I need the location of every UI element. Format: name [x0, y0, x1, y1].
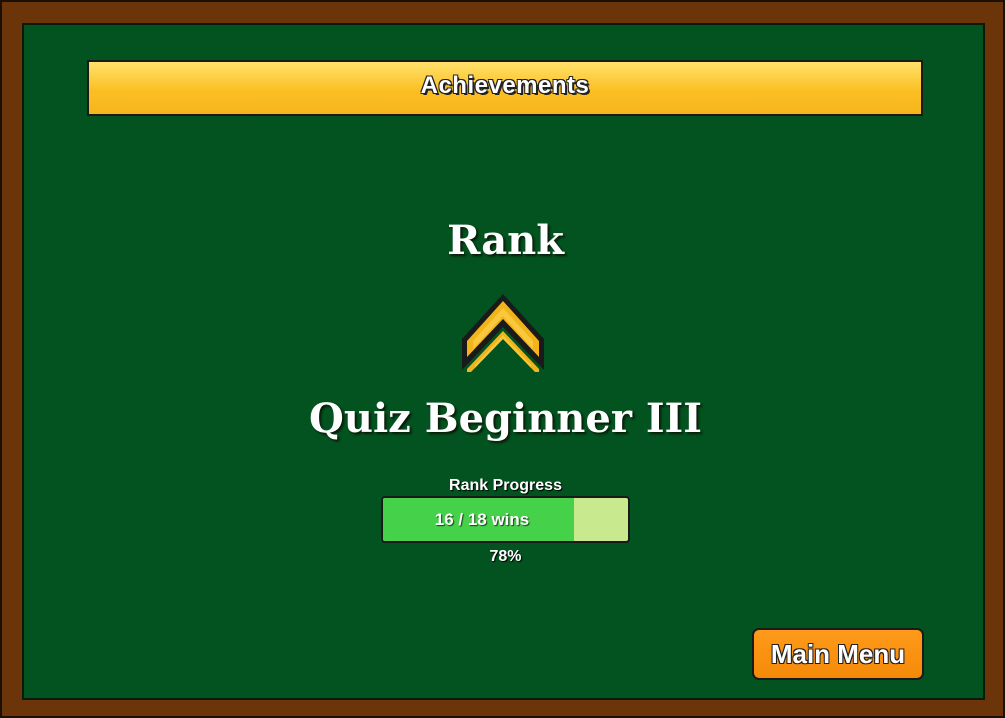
chalkboard-panel: Achievements Rank Quiz Beginner III Rank… — [22, 23, 985, 700]
rank-progress-bar: 16 / 18 wins — [381, 496, 630, 543]
rank-heading: Rank — [447, 217, 564, 264]
rank-progress-percent: 78% — [489, 548, 522, 565]
page-title: Achievements — [420, 72, 590, 99]
rank-name: Quiz Beginner III — [309, 395, 702, 442]
wooden-frame: Achievements Rank Quiz Beginner III Rank… — [0, 0, 1005, 718]
main-menu-button[interactable]: Main Menu — [752, 628, 924, 680]
rank-progress-wins: 16 / 18 wins — [434, 509, 530, 529]
rank-progress-label: Rank Progress — [449, 477, 562, 494]
main-menu-button-label: Main Menu — [770, 638, 906, 669]
chevron-rank-insignia-icon — [461, 289, 545, 373]
title-banner: Achievements — [87, 60, 923, 116]
